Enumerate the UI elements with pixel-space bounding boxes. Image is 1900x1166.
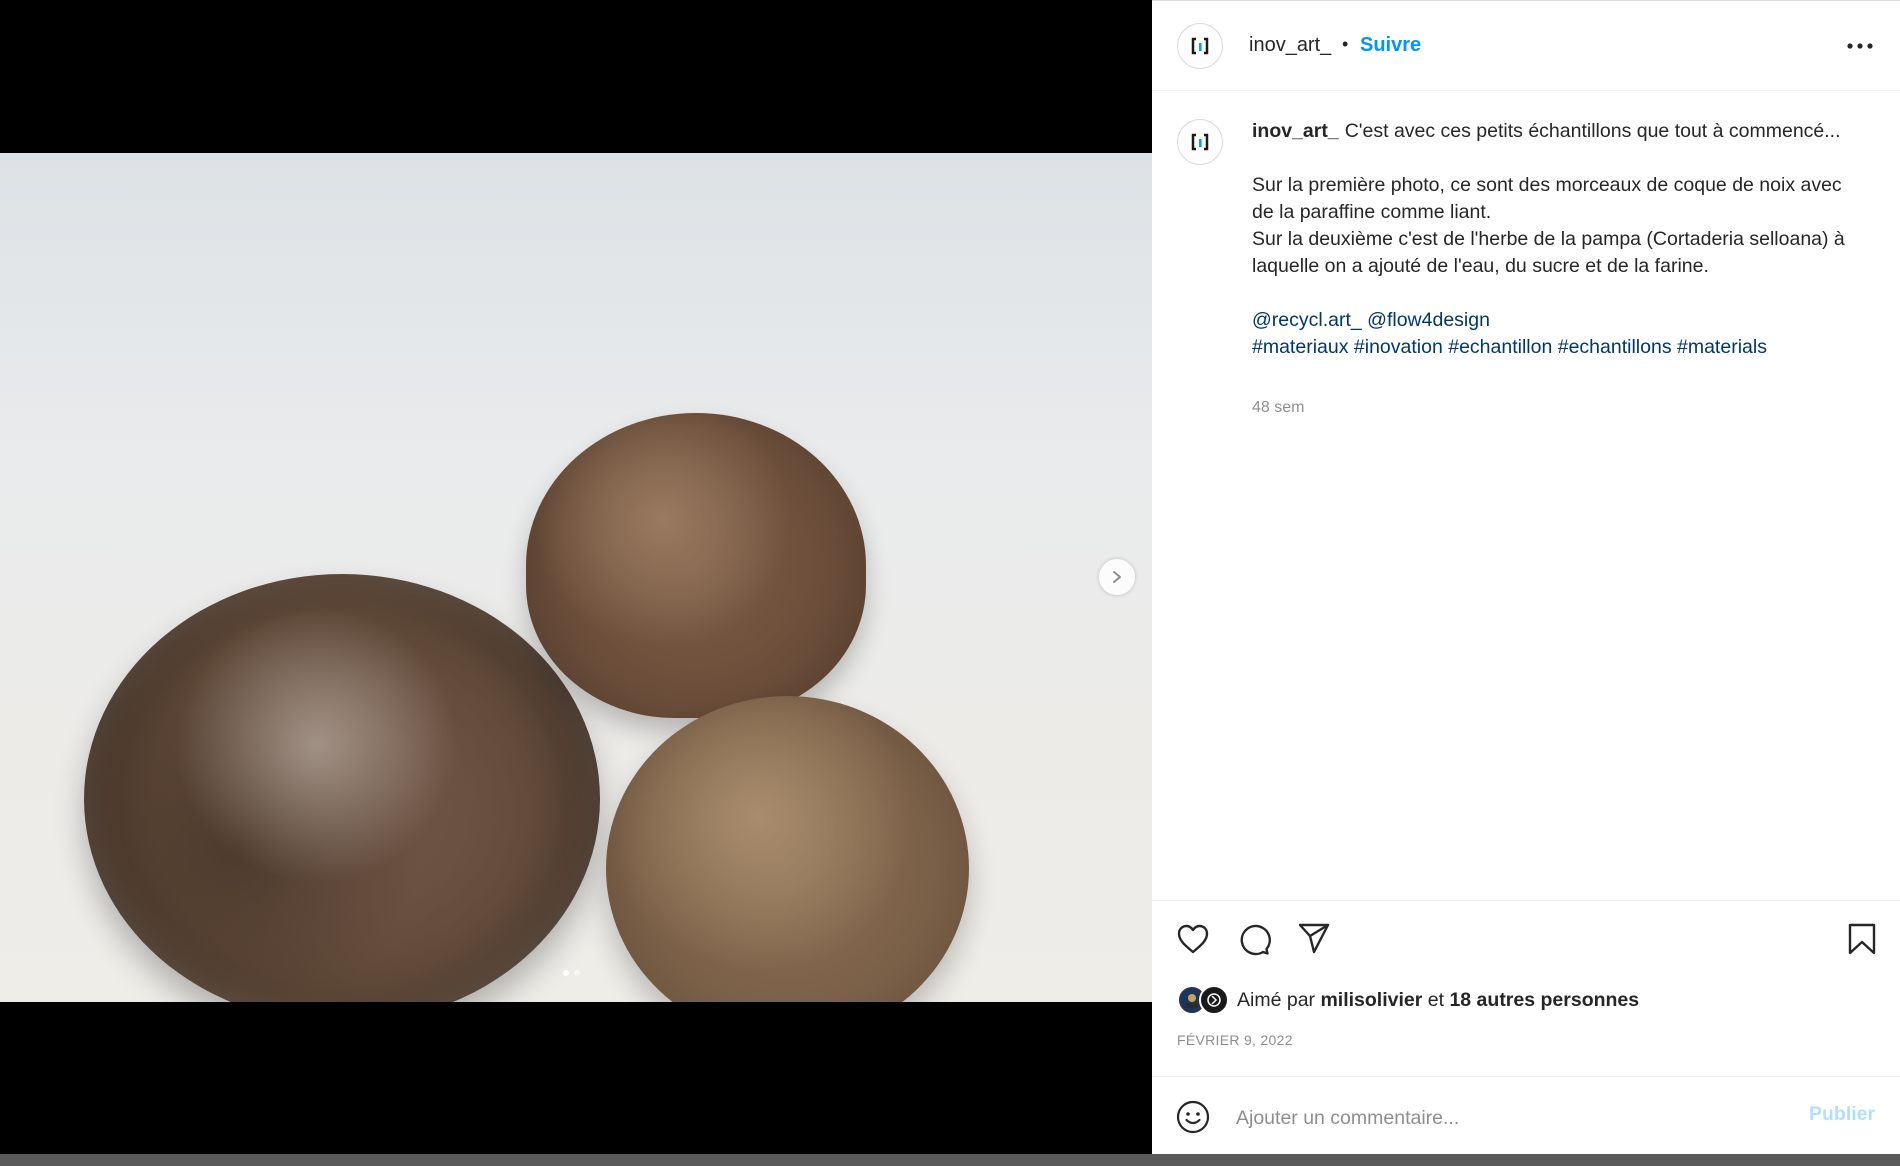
post-photo xyxy=(0,153,1152,1002)
comment-button[interactable] xyxy=(1236,921,1272,957)
mention-link[interactable]: @flow4design xyxy=(1367,309,1490,331)
likes-text: Aimé par milisolivier et 18 autres perso… xyxy=(1237,989,1639,1012)
caption-line: C'est avec ces petits échantillons que t… xyxy=(1344,120,1841,142)
post-header: inov_art_ • Suivre xyxy=(1152,1,1900,91)
avatar[interactable] xyxy=(1177,119,1223,165)
share-icon xyxy=(1298,923,1330,954)
pampas-grass-sample xyxy=(606,696,969,1002)
avatar[interactable] xyxy=(1177,23,1223,69)
bottom-strip xyxy=(0,1154,1900,1166)
hashtag-link[interactable]: #echantillons xyxy=(1558,336,1672,358)
publish-button[interactable]: Publier xyxy=(1809,1103,1875,1126)
post-date[interactable]: FÉVRIER 9, 2022 xyxy=(1177,1032,1293,1048)
mention-link[interactable]: @recycl.art_ xyxy=(1252,309,1362,331)
heart-icon xyxy=(1177,924,1209,954)
carousel-dot xyxy=(563,970,569,976)
like-button[interactable] xyxy=(1175,921,1211,957)
action-bar xyxy=(1152,900,1900,974)
logo-icon xyxy=(1191,133,1209,151)
emoji-icon xyxy=(1176,1100,1210,1134)
walnut-chunk-sample xyxy=(526,413,866,718)
follow-button[interactable]: Suivre xyxy=(1360,34,1421,57)
likes-summary: Aimé par milisolivier et 18 autres perso… xyxy=(1177,984,1639,1016)
more-options-button[interactable] xyxy=(1842,31,1878,61)
likes-conjunction: et xyxy=(1427,988,1445,1011)
hashtag-link[interactable]: #materiaux xyxy=(1252,336,1348,358)
profile-icon xyxy=(1207,993,1221,1007)
hashtag-link[interactable]: #materials xyxy=(1677,336,1767,358)
carousel-next-button[interactable] xyxy=(1099,559,1135,595)
hashtag-link[interactable]: #echantillon xyxy=(1448,336,1552,358)
share-button[interactable] xyxy=(1296,921,1332,957)
liker-username[interactable]: milisolivier xyxy=(1320,989,1422,1011)
hashtag-link[interactable]: #inovation xyxy=(1354,336,1443,358)
post-media xyxy=(0,0,1152,1154)
resin-walnut-sample xyxy=(84,574,600,1002)
caption-area: inov_art_ C'est avec ces petits échantill… xyxy=(1152,92,1900,900)
caption-line: Sur la première photo, ce sont des morce… xyxy=(1252,174,1842,223)
logo-icon xyxy=(1191,37,1209,55)
separator-dot: • xyxy=(1342,34,1349,54)
carousel-dot xyxy=(574,970,580,976)
caption-username[interactable]: inov_art_ xyxy=(1252,120,1339,142)
comment-icon xyxy=(1240,924,1271,956)
comment-bar: Publier xyxy=(1152,1076,1900,1154)
chevron-right-icon xyxy=(1113,571,1121,583)
username-link[interactable]: inov_art_ xyxy=(1249,34,1331,57)
post-age[interactable]: 48 sem xyxy=(1252,399,1304,417)
post-side-panel: inov_art_ • Suivre inov_art_ C'est avec c… xyxy=(1152,1,1900,1154)
emoji-button[interactable] xyxy=(1175,1099,1211,1135)
likes-others-link[interactable]: 18 autres personnes xyxy=(1449,989,1639,1011)
likes-prefix: Aimé par xyxy=(1237,988,1316,1011)
comment-input[interactable] xyxy=(1234,1097,1778,1139)
avatar[interactable] xyxy=(1199,985,1229,1015)
bookmark-icon xyxy=(1848,923,1876,955)
carousel-indicator xyxy=(563,970,580,976)
more-icon xyxy=(1847,43,1873,49)
save-button[interactable] xyxy=(1844,921,1880,957)
caption-line: Sur la deuxième c'est de l'herbe de la p… xyxy=(1252,228,1845,277)
caption-text: inov_art_ C'est avec ces petits échantill… xyxy=(1252,118,1862,361)
